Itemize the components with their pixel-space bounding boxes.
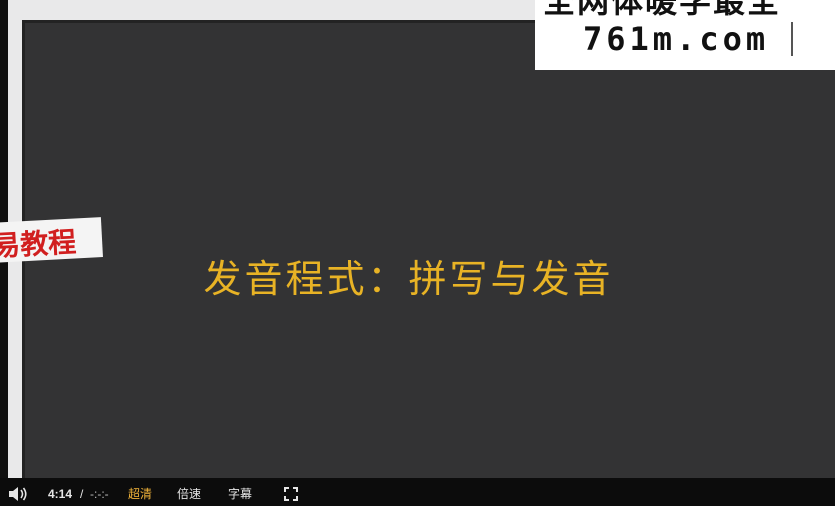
- side-stamp: 易教程: [0, 217, 103, 263]
- subtitle-button[interactable]: 字幕: [228, 478, 252, 506]
- quality-button[interactable]: 超清: [128, 478, 152, 506]
- watermark-divider: [791, 22, 793, 56]
- total-time: -:-:-: [90, 487, 109, 501]
- watermark-box: 全网体暖学最全 761m.com: [535, 0, 835, 70]
- player-controls: 4:14 / -:-:- 超清 倍速 字幕: [0, 478, 835, 506]
- slide-title: 发音程式：拼写与发音: [203, 257, 614, 301]
- speed-button[interactable]: 倍速: [177, 478, 201, 506]
- side-stamp-text: 易教程: [0, 225, 78, 263]
- volume-button[interactable]: [8, 478, 28, 506]
- watermark-site: 761m.com: [583, 20, 770, 58]
- time-separator: /: [80, 487, 84, 501]
- fullscreen-icon: [284, 487, 298, 501]
- video-player[interactable]: 发音程式：拼写与发音 全网体暖学最全 761m.com 易教程 4:14 / -…: [0, 0, 835, 506]
- watermark-top-text: 全网体暖学最全: [543, 0, 782, 20]
- video-frame[interactable]: 发音程式：拼写与发音: [22, 20, 835, 478]
- volume-icon: [9, 487, 27, 501]
- current-time: 4:14: [48, 487, 73, 501]
- fullscreen-button[interactable]: [284, 478, 300, 506]
